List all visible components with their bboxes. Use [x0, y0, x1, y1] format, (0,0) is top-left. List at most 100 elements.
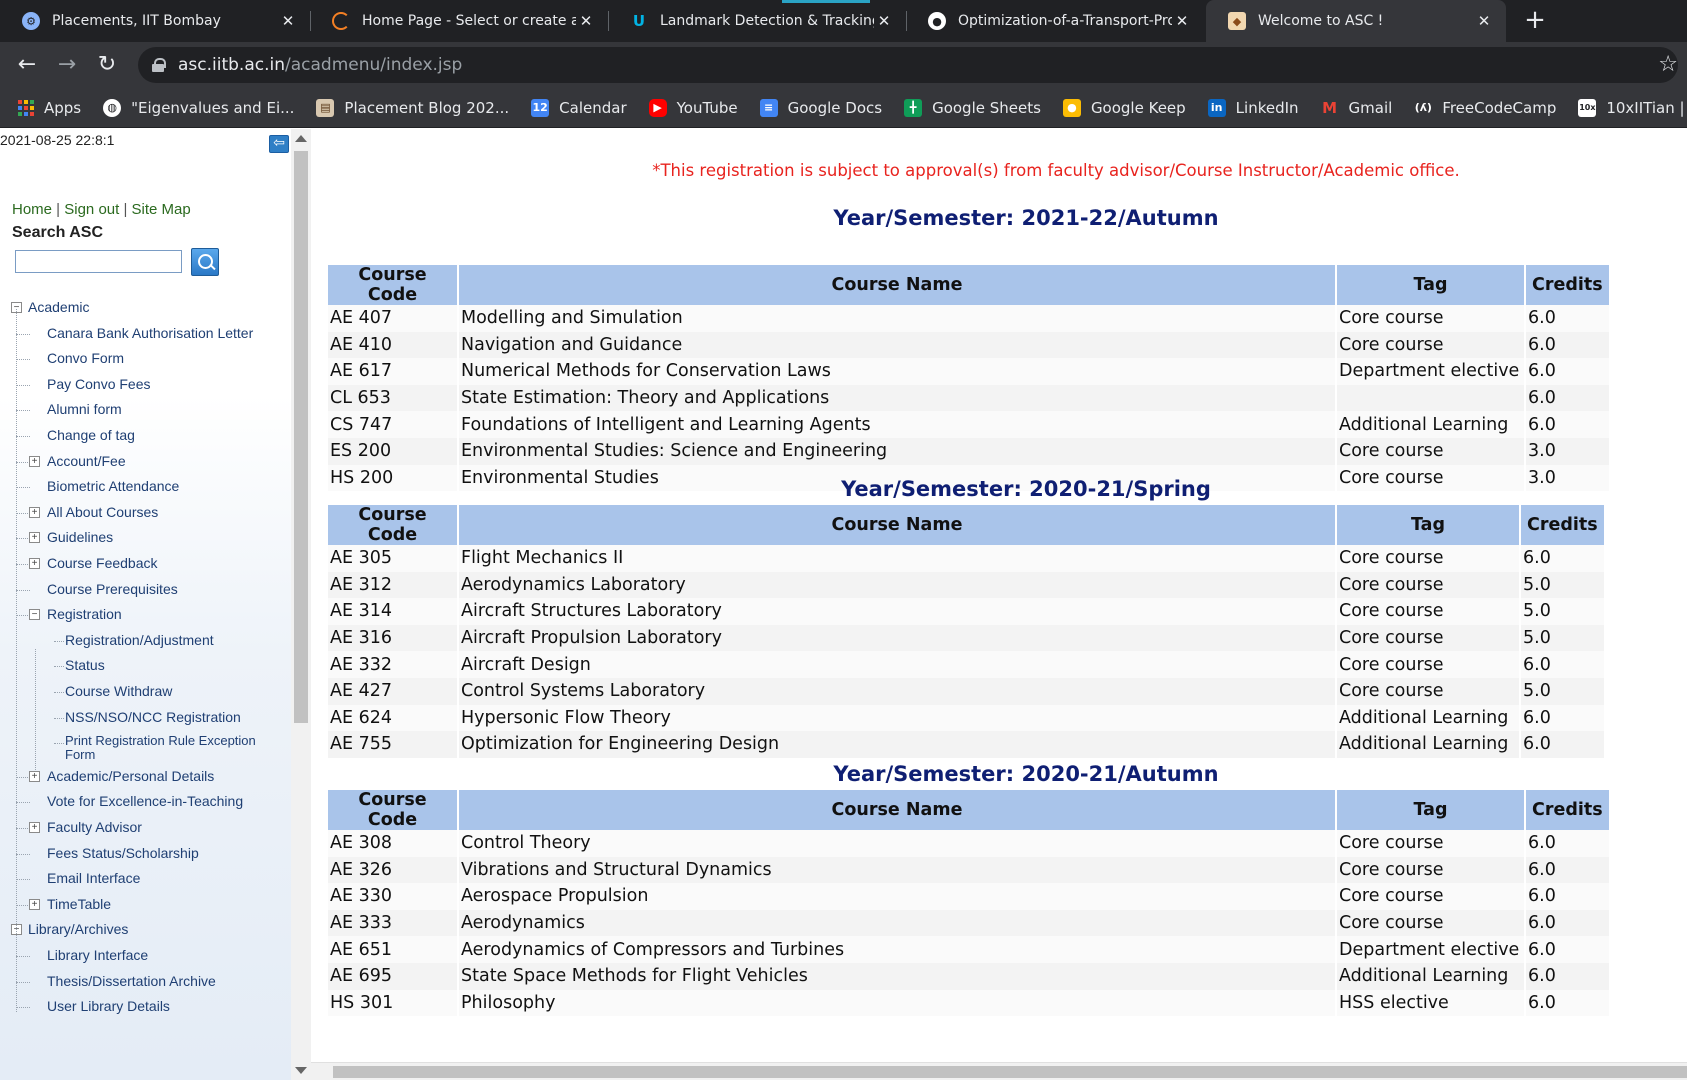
bookmark-label: LinkedIn: [1235, 98, 1299, 117]
blog-icon: ▤: [316, 98, 335, 117]
browser-tab-active[interactable]: ◆ Welcome to ASC ! ✕: [1206, 0, 1506, 42]
tree-item[interactable]: Status: [0, 657, 291, 683]
expand-icon[interactable]: +: [29, 506, 40, 518]
table-row: AE 407 Modelling and Simulation Core cours…: [328, 305, 1609, 332]
course-table: Course Code Course Name Tag Credits AE 3…: [326, 790, 1611, 1017]
sign-out-link[interactable]: Sign out: [64, 201, 119, 218]
browser-tab[interactable]: ● Optimization-of-a-Transport-Prob ✕: [906, 0, 1204, 42]
browser-tab[interactable]: Home Page - Select or create a n ✕: [310, 0, 608, 42]
browser-tab[interactable]: ⚙ Placements, IIT Bombay ✕: [0, 0, 310, 42]
tree-item-label: Academic/Personal Details: [47, 767, 215, 784]
scrollbar-thumb[interactable]: [333, 1066, 1687, 1078]
bookmark-item[interactable]: 12 Calendar: [531, 98, 627, 117]
tree-item[interactable]: User Library Details: [0, 998, 291, 1024]
course-credits: 6.0: [1526, 883, 1609, 910]
tree-item[interactable]: Pay Convo Fees: [0, 376, 291, 402]
tree-item[interactable]: Course Withdraw: [0, 683, 291, 709]
left-scrollbar[interactable]: [291, 129, 311, 1080]
course-credits: 6.0: [1526, 358, 1609, 385]
tree-item[interactable]: Change of tag: [0, 427, 291, 453]
course-credits: 6.0: [1526, 936, 1609, 963]
tree-item[interactable]: Email Interface: [0, 870, 291, 896]
scrollbar-thumb[interactable]: [294, 151, 308, 723]
course-credits: 6.0: [1526, 305, 1609, 332]
tree-item[interactable]: Library Interface: [0, 947, 291, 973]
bookmark-item[interactable]: M Gmail: [1321, 99, 1392, 117]
course-tag: Additional Learning: [1337, 731, 1519, 758]
table-row: AE 410 Navigation and Guidance Core course…: [328, 331, 1609, 359]
tree-item[interactable]: Registration/Adjustment: [0, 632, 291, 658]
course-name: Modelling and Simulation: [459, 305, 1335, 332]
collapse-icon[interactable]: −: [29, 609, 40, 621]
tree-item[interactable]: + TimeTable: [0, 896, 291, 922]
expand-icon[interactable]: +: [29, 558, 40, 569]
expand-icon[interactable]: +: [29, 822, 40, 833]
tree-item[interactable]: − Library/Archives: [0, 921, 291, 947]
bookmark-item[interactable]: ▤ Placement Blog 202...: [316, 98, 509, 117]
course-credits: 5.0: [1521, 598, 1604, 625]
course-tag: Department elective: [1337, 358, 1524, 385]
scroll-down-icon[interactable]: [295, 1067, 307, 1074]
bookmark-label: Google Sheets: [932, 98, 1041, 117]
close-icon[interactable]: ✕: [278, 12, 298, 30]
sheets-icon: ╋: [904, 98, 923, 117]
tree-item[interactable]: Course Prerequisites: [0, 581, 291, 607]
close-icon[interactable]: ✕: [576, 12, 596, 30]
new-tab-button[interactable]: +: [1519, 5, 1551, 37]
back-button[interactable]: ←: [12, 50, 42, 80]
udacity-icon: U: [632, 12, 646, 30]
close-icon[interactable]: ✕: [1172, 12, 1192, 30]
bookmark-item[interactable]: ● Google Keep: [1062, 98, 1186, 117]
course-name: Control Theory: [459, 830, 1335, 857]
bookmark-item[interactable]: ▶ YouTube: [648, 98, 738, 117]
tree-item[interactable]: + Course Feedback: [0, 555, 291, 581]
expand-icon[interactable]: +: [29, 532, 40, 544]
expand-icon[interactable]: +: [29, 455, 40, 467]
forward-button[interactable]: →: [52, 50, 82, 80]
table-row: AE 617 Numerical Methods for Conservation…: [328, 358, 1609, 385]
bookmark-item[interactable]: ≡ Google Docs: [759, 98, 882, 117]
bookmark-label: Google Keep: [1090, 98, 1186, 117]
tree-item[interactable]: + All About Courses: [0, 504, 291, 530]
tree-item[interactable]: Canara Bank Authorisation Letter: [0, 325, 291, 351]
scroll-up-icon[interactable]: [295, 135, 307, 142]
bookmark-item[interactable]: (ʎ) FreeCodeCamp: [1414, 99, 1557, 117]
home-link[interactable]: Home: [12, 201, 52, 218]
bookmark-item[interactable]: ◍ "Eigenvalues and Ei...: [103, 98, 294, 117]
reload-button[interactable]: ↻: [92, 50, 122, 80]
bookmark-item[interactable]: ╋ Google Sheets: [904, 98, 1041, 117]
collapse-menu-button[interactable]: ⇦: [269, 135, 289, 153]
bookmark-item[interactable]: in LinkedIn: [1207, 98, 1299, 117]
tree-item[interactable]: Print Registration Rule Exception Form: [0, 734, 291, 766]
left-navigation-content: 2021-08-25 22:8:1 ⇦ Home | Sign out | Si…: [0, 129, 291, 1080]
bookmark-apps[interactable]: Apps: [18, 99, 81, 117]
tree-item[interactable]: + Guidelines: [0, 529, 291, 555]
tree-item[interactable]: + Faculty Advisor: [0, 819, 291, 845]
bookmark-star-icon[interactable]: ☆: [1658, 52, 1678, 77]
search-button[interactable]: [191, 248, 219, 276]
expand-icon[interactable]: +: [29, 898, 40, 910]
tree-item[interactable]: Biometric Attendance: [0, 478, 291, 504]
tree-item[interactable]: Alumni form: [0, 401, 291, 427]
tree-item[interactable]: Fees Status/Scholarship: [0, 845, 291, 871]
search-input[interactable]: [15, 250, 182, 273]
tree-item[interactable]: Convo Form: [0, 350, 291, 376]
site-map-link[interactable]: Site Map: [132, 201, 191, 218]
bookmark-item[interactable]: 10x 10xIITian | Learn dir...: [1578, 98, 1687, 117]
course-code: AE 617: [328, 358, 457, 385]
tree-item[interactable]: − Academic: [0, 299, 291, 325]
tree-item[interactable]: Vote for Excellence-in-Teaching: [0, 793, 291, 819]
tree-item[interactable]: + Academic/Personal Details: [0, 768, 291, 794]
browser-tab[interactable]: U Landmark Detection & Tracking ( ✕: [608, 0, 906, 42]
tree-item[interactable]: NSS/NSO/NCC Registration: [0, 709, 291, 735]
close-icon[interactable]: ✕: [874, 12, 894, 30]
expand-icon[interactable]: +: [29, 770, 40, 782]
horizontal-scrollbar[interactable]: [311, 1062, 1687, 1080]
tree-item[interactable]: − Registration: [0, 606, 291, 632]
tree-item[interactable]: + Account/Fee: [0, 453, 291, 479]
10xiitian-icon: 10x: [1578, 98, 1597, 117]
address-bar[interactable]: asc.iitb.ac.in/acadmenu/index.jsp ☆: [138, 47, 1678, 83]
tree-item[interactable]: Thesis/Dissertation Archive: [0, 973, 291, 999]
close-icon[interactable]: ✕: [1474, 12, 1494, 30]
course-name: Aerodynamics Laboratory: [459, 571, 1335, 599]
